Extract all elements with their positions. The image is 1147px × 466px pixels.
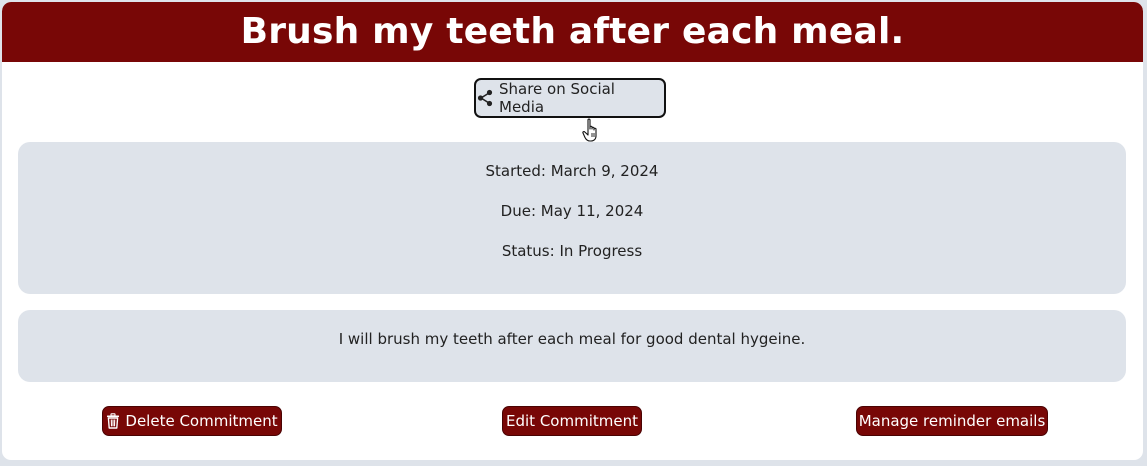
title-bar: Brush my teeth after each meal. bbox=[2, 2, 1143, 62]
edit-commitment-label: Edit Commitment bbox=[506, 412, 638, 430]
share-icon bbox=[476, 89, 494, 107]
trash-icon bbox=[106, 413, 120, 429]
commitment-description: I will brush my teeth after each meal fo… bbox=[338, 330, 806, 348]
page-title: Brush my teeth after each meal. bbox=[240, 11, 905, 52]
delete-commitment-button[interactable]: Delete Commitment bbox=[102, 406, 282, 436]
commitment-card: Brush my teeth after each meal. Share on… bbox=[2, 2, 1143, 460]
status-text: Status: In Progress bbox=[501, 242, 643, 260]
manage-reminder-emails-label: Manage reminder emails bbox=[858, 412, 1046, 430]
due-date: Due: May 11, 2024 bbox=[500, 202, 644, 220]
started-date: Started: March 9, 2024 bbox=[485, 162, 659, 180]
edit-commitment-button[interactable]: Edit Commitment bbox=[502, 406, 642, 436]
manage-reminder-emails-button[interactable]: Manage reminder emails bbox=[856, 406, 1048, 436]
share-button[interactable]: Share on Social Media bbox=[474, 78, 666, 118]
hand-pointer-icon bbox=[582, 118, 600, 144]
commitment-details-panel: Started: March 9, 2024 Due: May 11, 2024… bbox=[18, 142, 1126, 294]
commitment-description-panel: I will brush my teeth after each meal fo… bbox=[18, 310, 1126, 382]
delete-commitment-label: Delete Commitment bbox=[125, 412, 278, 430]
share-button-label: Share on Social Media bbox=[499, 80, 615, 116]
